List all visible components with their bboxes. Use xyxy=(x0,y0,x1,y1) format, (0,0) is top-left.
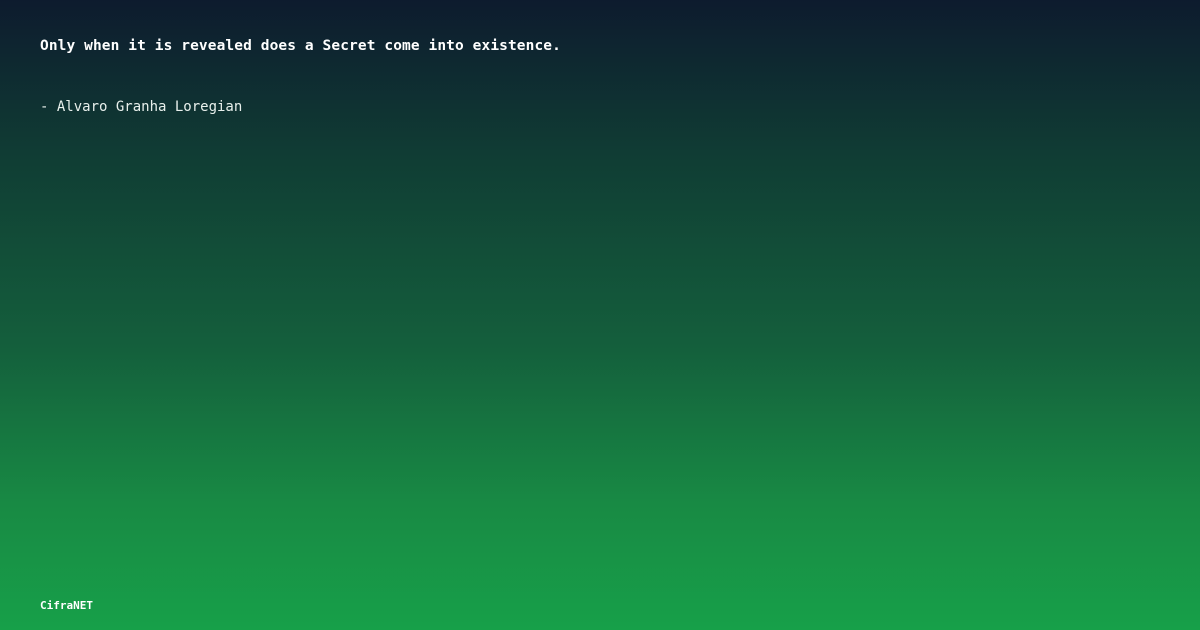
brand-name: CifraNET xyxy=(40,599,93,612)
quote-author: - Alvaro Granha Loregian xyxy=(40,99,243,115)
quote-card: Only when it is revealed does a Secret c… xyxy=(0,0,1200,630)
quote-text: Only when it is revealed does a Secret c… xyxy=(40,38,561,54)
